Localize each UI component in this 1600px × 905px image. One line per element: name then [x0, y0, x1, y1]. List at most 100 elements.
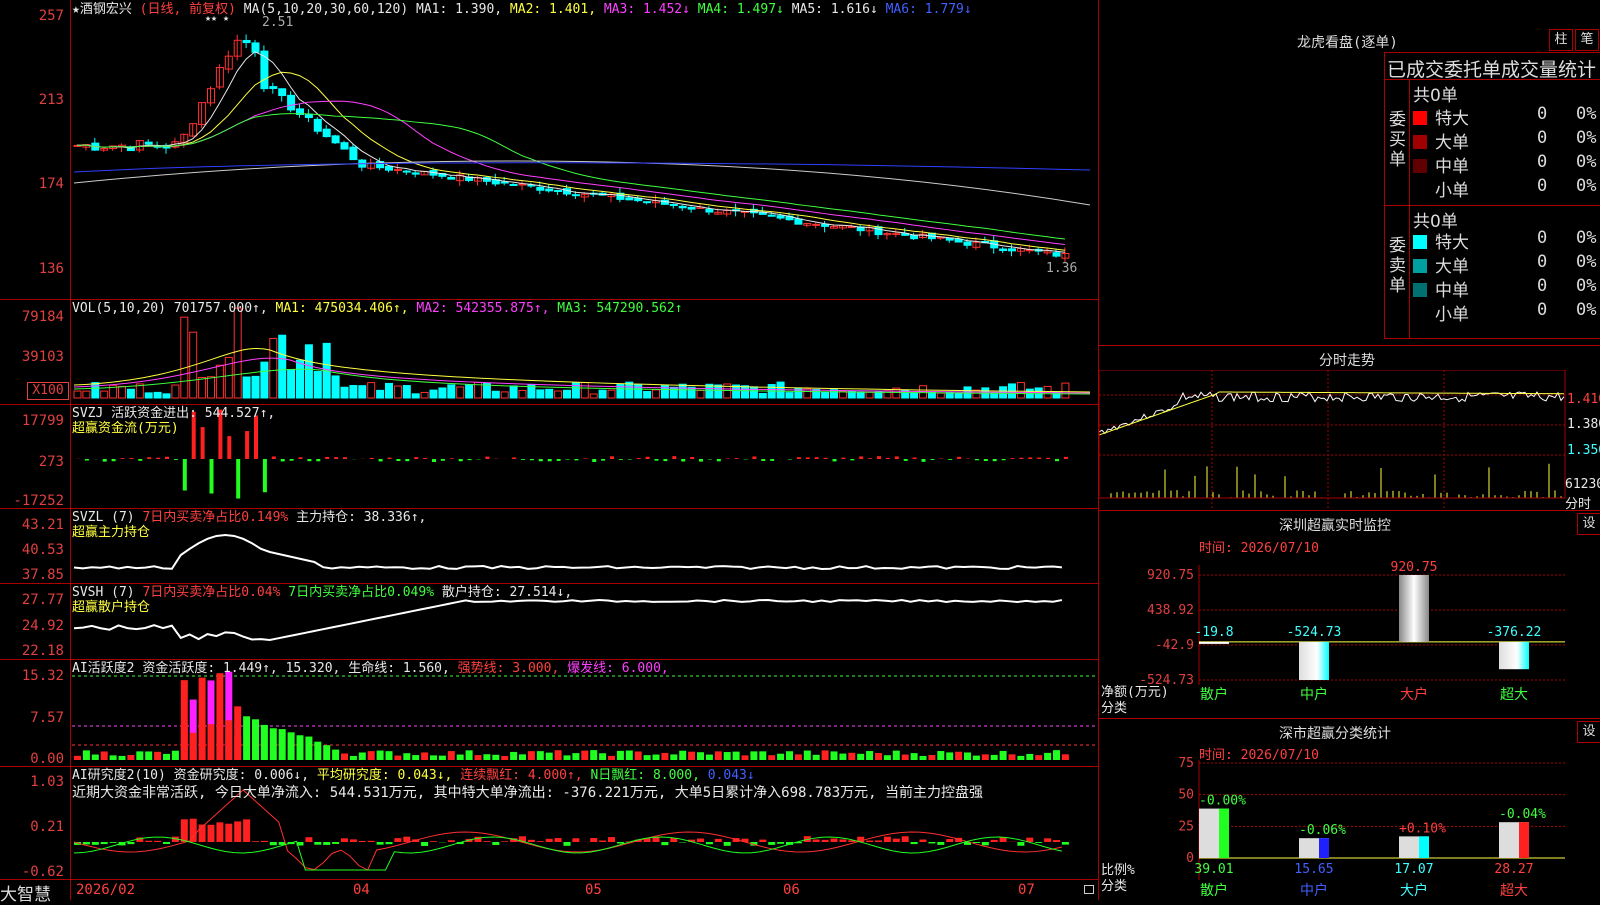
- candle-body: [1053, 253, 1060, 256]
- research-bar: [421, 842, 428, 846]
- research-bar: [323, 842, 330, 845]
- order-percent: 0%: [1576, 300, 1596, 320]
- activity-bar: [679, 751, 686, 760]
- activity-bar: [261, 725, 268, 760]
- flow-bar: [601, 459, 605, 461]
- volume-bar: [297, 360, 304, 398]
- y-tick: 273: [0, 455, 64, 469]
- ai2-last: 0.043↓: [708, 768, 755, 783]
- monitor-bar: [1499, 642, 1529, 669]
- flow-bar: [307, 459, 311, 461]
- activity-bar: [234, 736, 241, 760]
- activity-bar: [225, 720, 232, 760]
- flow-bar: [245, 431, 249, 459]
- activity-bar: [412, 755, 419, 760]
- flow-bar: [761, 459, 765, 461]
- intraday-svg[interactable]: [1099, 370, 1600, 510]
- y-tick: 37.85: [0, 568, 64, 582]
- candle-body: [964, 242, 971, 245]
- flow-bar: [859, 456, 863, 459]
- flow-bar: [539, 459, 543, 461]
- stock-name[interactable]: ★酒钢宏兴: [72, 2, 132, 17]
- vol-unit-button[interactable]: X100: [27, 382, 69, 400]
- tick-view-button[interactable]: 笔: [1575, 29, 1599, 51]
- monitor-value-label: -19.8: [1194, 625, 1233, 640]
- activity-bar: [697, 752, 704, 760]
- volume-bar: [973, 390, 980, 398]
- activity-bar: [1026, 754, 1033, 760]
- research-bar: [305, 837, 312, 842]
- volume-bar: [243, 377, 250, 398]
- candle-body: [305, 115, 312, 118]
- lock-icon[interactable]: [1084, 885, 1094, 894]
- main-chart-area[interactable]: ★酒钢宏兴 (日线, 前复权) MA(5,10,20,30,60,120) MA…: [0, 0, 1098, 900]
- research-bar: [928, 842, 935, 843]
- flow-bar: [1011, 458, 1015, 459]
- monitor-settings-button[interactable]: 设: [1577, 513, 1600, 535]
- volume-bar: [368, 383, 375, 398]
- column-view-button[interactable]: 柱: [1549, 29, 1573, 51]
- color-swatch: [1413, 111, 1427, 125]
- flow-bar: [201, 427, 205, 459]
- svzl-line: [74, 535, 1062, 569]
- app-logo[interactable]: 大智慧: [0, 880, 51, 905]
- activity-bar: [893, 751, 900, 760]
- y-tick: 136: [0, 262, 64, 276]
- research-bar: [377, 842, 384, 845]
- monitor-value-label: -524.73: [1287, 625, 1342, 640]
- ai1-burst: 爆发线: 6.000,: [567, 661, 669, 676]
- category-label: 超大: [1500, 687, 1528, 703]
- price-line: [1099, 392, 1564, 433]
- y-tick-label: 0: [1186, 851, 1194, 866]
- flow-bar: [913, 457, 917, 459]
- event-stars[interactable]: ★★ ★: [205, 13, 229, 24]
- color-swatch: [1413, 283, 1427, 297]
- flow-bar: [299, 457, 303, 459]
- volume-bar: [1062, 383, 1069, 398]
- activity-bar: [483, 754, 490, 760]
- flow-bar: [717, 459, 721, 461]
- research-bar: [822, 840, 829, 842]
- class-title: 深市超赢分类统计: [1279, 723, 1391, 743]
- class-settings-button[interactable]: 设: [1577, 721, 1600, 743]
- flow-bar: [1064, 457, 1068, 459]
- volume-bar: [350, 386, 357, 398]
- volume-bar: [261, 362, 268, 398]
- class-bar-accent: [1319, 838, 1329, 858]
- candle-body: [875, 227, 882, 235]
- volume-bar: [208, 377, 215, 398]
- svzj-label: SVZJ: [72, 406, 103, 421]
- ai2-comment: 近期大资金非常活跃, 今日大单净流入: 544.531万元, 其中特大单净流出:…: [72, 786, 983, 801]
- monitor-xlabel: 分类: [1101, 697, 1127, 716]
- svzl-sub: 超赢主力持仓: [72, 525, 150, 540]
- volume-bar: [857, 392, 864, 398]
- order-percent: 0%: [1576, 152, 1596, 172]
- candle-body: [688, 207, 695, 209]
- order-percent: 0%: [1576, 276, 1596, 296]
- class-bar-accent: [1519, 822, 1529, 858]
- flow-bar: [904, 459, 908, 461]
- flow-bar: [334, 457, 338, 459]
- svzj-header: SVZJ 活跃资金进出: 544.527↑,: [72, 406, 275, 421]
- order-row: 小单00%: [1413, 300, 1600, 324]
- activity-bar: [848, 753, 855, 760]
- research-bar: [270, 842, 277, 845]
- volume-bar: [181, 317, 188, 398]
- monitor-bar: [1299, 642, 1329, 680]
- candle-body: [777, 216, 784, 218]
- activity-bar: [911, 753, 918, 760]
- research-bar: [555, 838, 562, 842]
- candle-body: [911, 235, 918, 238]
- activity-bar: [733, 752, 740, 760]
- flow-bar: [103, 459, 107, 462]
- candle-body: [626, 198, 633, 200]
- flow-bar: [263, 459, 267, 492]
- research-bar: [875, 840, 882, 842]
- fs-y: 1.380: [1567, 417, 1600, 432]
- activity-bar: [528, 751, 535, 760]
- flow-bar: [423, 458, 427, 459]
- vol-ma3: MA3: 547290.562↑: [557, 301, 682, 316]
- flow-bar: [121, 458, 125, 459]
- volume-bar: [127, 389, 134, 398]
- volume-bar: [216, 365, 223, 398]
